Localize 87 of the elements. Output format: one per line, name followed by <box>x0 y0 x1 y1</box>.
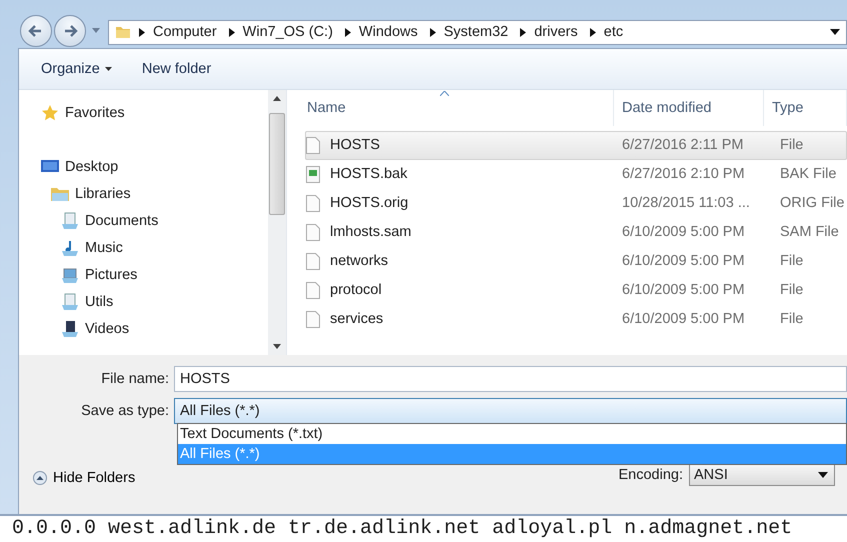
forward-button[interactable] <box>54 14 86 47</box>
chevron-right-icon[interactable] <box>590 28 596 37</box>
collapse-icon <box>33 470 47 485</box>
nav-tree-item[interactable]: Favorites <box>19 100 268 127</box>
date-cell-text: 6/10/2009 5:00 PM <box>621 253 746 270</box>
scroll-down-icon[interactable] <box>273 344 281 349</box>
file-icon <box>306 252 320 270</box>
field-label: Save as type: <box>80 402 170 419</box>
scroll-up-icon[interactable] <box>273 96 281 101</box>
sort-caret-icon <box>440 90 449 96</box>
date-cell-text: 6/10/2009 5:00 PM <box>621 224 746 240</box>
chevron-right-icon[interactable] <box>520 28 526 37</box>
field-label: File name: <box>100 370 170 387</box>
date-cell-text: 10/28/2015 11:03 ... <box>621 195 751 212</box>
date-cell-text: 6/10/2009 5:00 PM <box>621 282 746 298</box>
new-folder-button[interactable]: New folder <box>134 56 220 81</box>
breadcrumb-segment[interactable]: drivers <box>534 24 578 40</box>
dropdown-arrow-icon <box>818 472 828 478</box>
file-icon <box>306 194 320 212</box>
document-icon <box>61 212 79 230</box>
breadcrumb-segment[interactable]: etc <box>604 24 624 40</box>
organize-button[interactable]: Organize <box>33 56 120 81</box>
document-icon <box>61 293 79 312</box>
file-row[interactable]: HOSTS.bak 6/27/2016 2:10 PM BAK File <box>305 160 847 189</box>
breadcrumb-segment[interactable]: Win7_OS (C:) <box>242 24 333 40</box>
picture-icon <box>61 266 79 284</box>
file-name: networks <box>330 253 388 270</box>
file-icon <box>306 282 320 299</box>
nav-tree-item[interactable]: Pictures <box>19 262 268 289</box>
breadcrumb-segment[interactable]: System32 <box>444 24 508 40</box>
hide-folders-button[interactable]: Hide Folders <box>31 468 138 488</box>
nav-tree-item[interactable]: Utils <box>19 288 268 316</box>
nav-tree-item[interactable]: Documents <box>19 208 268 235</box>
column-header[interactable]: Date modified <box>614 90 764 126</box>
column-header[interactable]: Name <box>287 90 614 126</box>
file-name: services <box>330 311 384 328</box>
file-row[interactable]: networks 6/10/2009 5:00 PM File <box>305 246 847 276</box>
film-icon <box>61 320 79 338</box>
encoding-dropdown[interactable]: ANSI <box>689 464 835 486</box>
caret-icon <box>104 66 112 71</box>
type-cell-text: File <box>779 253 804 270</box>
chevron-right-icon[interactable] <box>344 28 351 37</box>
nav-tree-item[interactable]: Videos <box>19 316 268 343</box>
chevron-right-icon[interactable] <box>430 28 436 37</box>
type-cell-text: BAK File <box>779 166 838 182</box>
nav-tree-item[interactable]: Music <box>19 234 268 262</box>
nav-tree-item[interactable]: Desktop <box>19 154 268 181</box>
breadcrumb-segment[interactable]: Windows <box>358 24 418 40</box>
nav-tree-item[interactable]: Libraries <box>19 180 268 208</box>
file-icon <box>306 310 320 328</box>
date-cell-text: 6/27/2016 2:11 PM <box>621 137 744 154</box>
chevron-right-icon[interactable] <box>139 28 145 37</box>
music-note-icon <box>61 239 79 258</box>
file-icon <box>306 224 320 241</box>
type-cell-text: File <box>779 137 804 154</box>
chevron-right-icon[interactable] <box>228 28 235 37</box>
field-label: Encoding: <box>618 466 683 483</box>
back-button[interactable] <box>20 14 52 47</box>
file-icon <box>306 136 320 154</box>
breadcrumb-segment[interactable]: Computer <box>153 24 217 40</box>
scrollbar[interactable] <box>268 90 286 355</box>
file-name: HOSTS <box>330 137 380 154</box>
date-cell-text: 6/27/2016 2:10 PM <box>621 166 746 182</box>
file-name: lmhosts.sam <box>330 224 412 240</box>
file-row[interactable]: lmhosts.sam 6/10/2009 5:00 PM SAM File <box>305 218 847 247</box>
address-bar[interactable]: Computer Win7_OS (C:) Windows System32 drivers etc <box>108 20 847 45</box>
file-name-field[interactable]: HOSTS <box>174 366 847 392</box>
file-row[interactable]: HOSTS.orig 10/28/2015 11:03 ... ORIG File <box>305 188 847 218</box>
file-icon <box>306 166 320 183</box>
star-icon <box>41 104 59 122</box>
save-as-type-dropdown[interactable]: All Files (*.*) <box>174 398 847 424</box>
file-name: protocol <box>330 282 382 298</box>
file-row[interactable]: HOSTS 6/27/2016 2:11 PM File <box>305 130 847 160</box>
dropdown-arrow-icon[interactable] <box>830 29 840 36</box>
date-cell-text: 6/10/2009 5:00 PM <box>621 311 746 328</box>
folder-icon <box>51 186 69 202</box>
file-row[interactable]: protocol 6/10/2009 5:00 PM File <box>305 276 847 305</box>
type-cell-text: File <box>779 311 804 328</box>
file-name: HOSTS.bak <box>330 166 408 182</box>
dropdown-option[interactable]: Text Documents (*.txt) <box>178 424 846 444</box>
type-cell-text: ORIG File <box>779 195 846 212</box>
file-name: HOSTS.orig <box>330 195 408 212</box>
file-row[interactable]: services 6/10/2009 5:00 PM File <box>305 304 847 334</box>
column-header[interactable]: Type <box>764 90 847 126</box>
type-cell-text: File <box>779 282 804 298</box>
folder-icon <box>115 24 131 40</box>
type-cell-text: SAM File <box>779 224 840 240</box>
